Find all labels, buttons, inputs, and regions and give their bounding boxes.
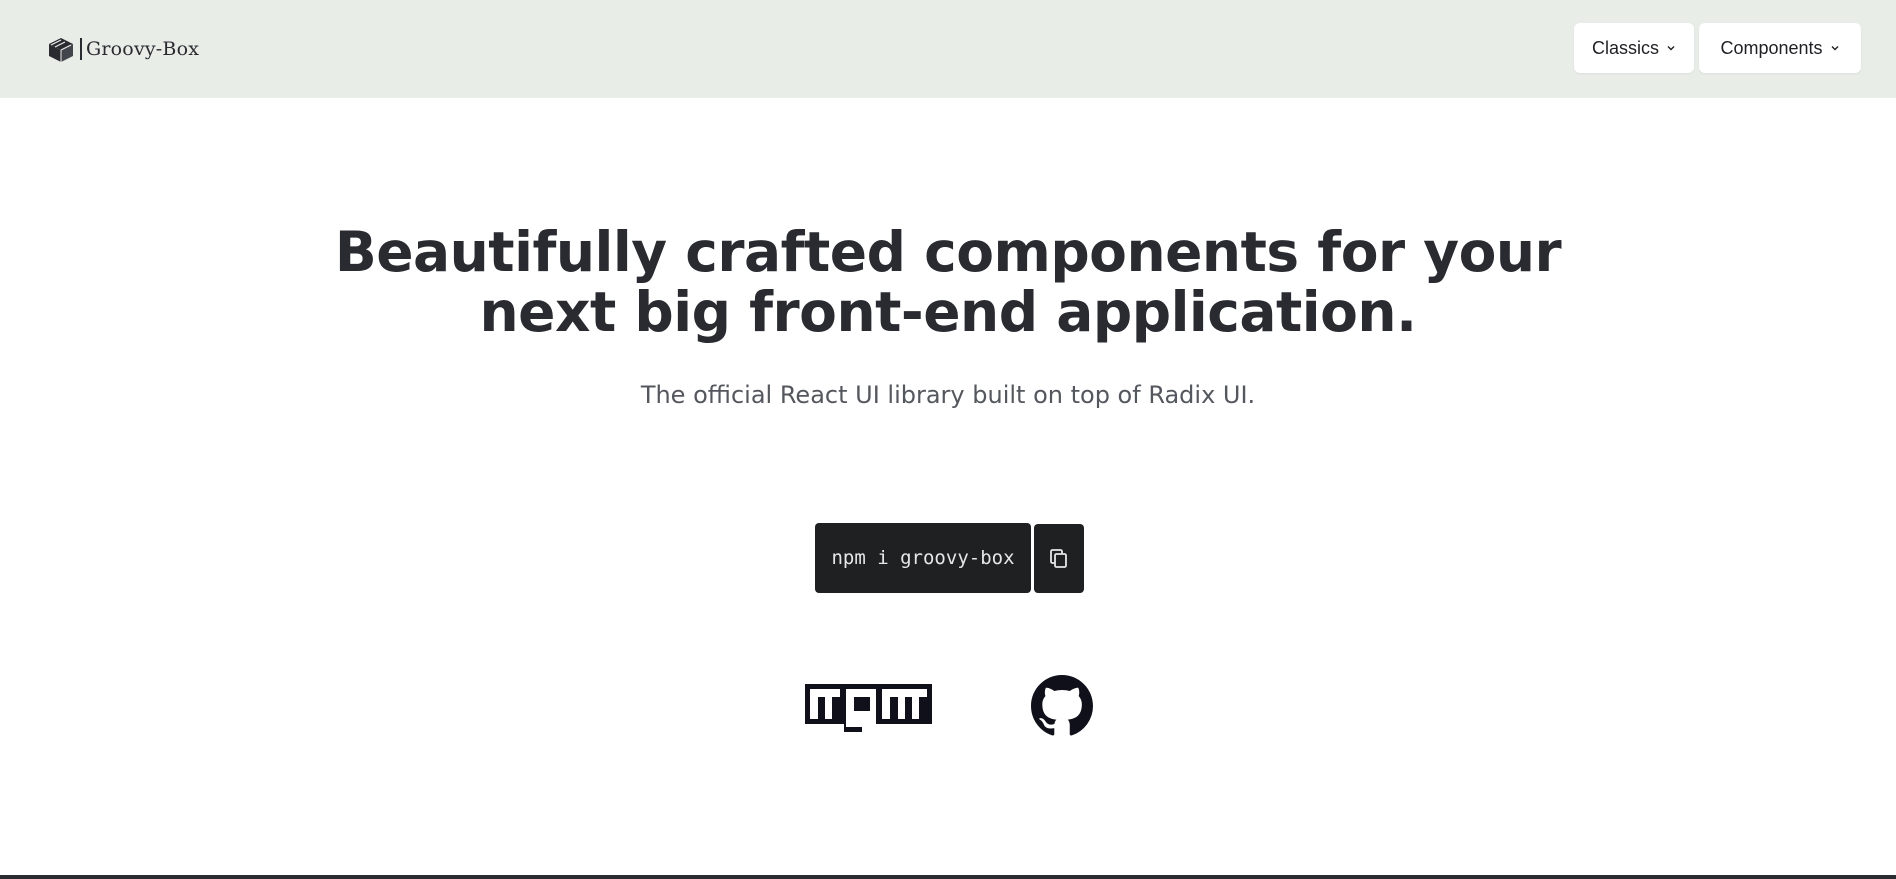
install-command[interactable]: npm i groovy-box bbox=[815, 523, 1031, 593]
chevron-down-icon bbox=[1667, 46, 1675, 51]
copy-icon bbox=[1050, 548, 1067, 568]
brand-divider bbox=[80, 38, 82, 60]
copy-button[interactable] bbox=[1034, 524, 1084, 593]
brand-name: Groovy-Box bbox=[86, 38, 200, 60]
classics-label: Classics bbox=[1591, 37, 1659, 58]
npm-logo-link[interactable] bbox=[805, 684, 932, 732]
brand-logo[interactable]: Groovy-Box bbox=[46, 34, 199, 64]
box-icon bbox=[49, 38, 73, 62]
hero-title: Beautifully crafted components for your … bbox=[0, 222, 1896, 342]
hero-title-line-2: next big front-end application. bbox=[479, 280, 1417, 344]
github-icon[interactable] bbox=[1031, 675, 1093, 737]
top-navbar: Groovy-Box Classics Components bbox=[0, 0, 1896, 98]
classics-dropdown-button[interactable]: Classics bbox=[1574, 23, 1694, 73]
hero-subtitle: The official React UI library built on t… bbox=[640, 381, 1256, 409]
install-command-text: npm i groovy-box bbox=[831, 547, 1015, 569]
components-dropdown-button[interactable]: Components bbox=[1699, 23, 1861, 73]
components-label: Components bbox=[1720, 37, 1823, 58]
hero-title-line-1: Beautifully crafted components for your bbox=[334, 220, 1562, 284]
chevron-down-icon bbox=[1831, 46, 1839, 51]
bottom-edge bbox=[0, 875, 1896, 879]
